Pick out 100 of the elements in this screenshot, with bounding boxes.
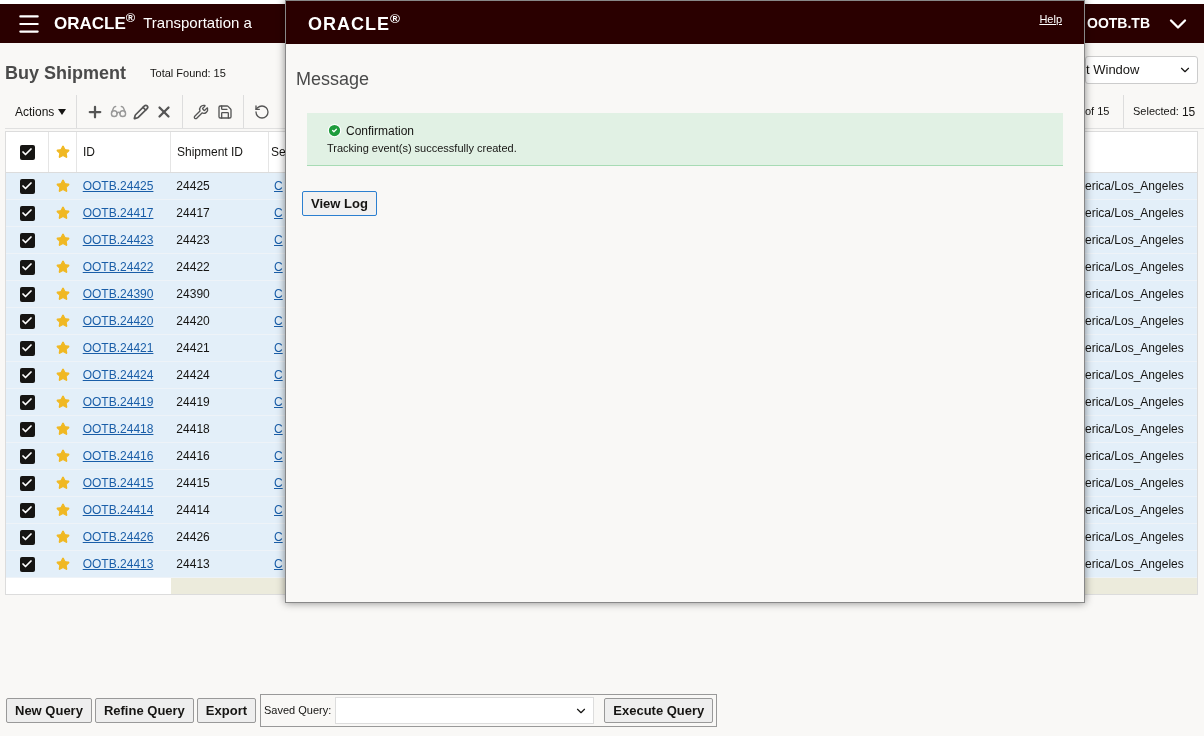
- checkbox[interactable]: [19, 529, 35, 545]
- table-row[interactable]: erica/Los_Angeles: [1085, 281, 1197, 308]
- table-row[interactable]: OOTB.24414 24414 C: [6, 497, 285, 524]
- star-icon[interactable]: [55, 422, 70, 436]
- actions-menu-button[interactable]: Actions: [5, 95, 78, 128]
- table-row[interactable]: OOTB.24423 24423 C: [6, 227, 285, 254]
- table-row[interactable]: erica/Los_Angeles: [1085, 497, 1197, 524]
- execute-query-button[interactable]: Execute Query: [604, 698, 714, 723]
- table-link[interactable]: C: [274, 231, 283, 249]
- table-link[interactable]: C: [274, 501, 283, 519]
- table-row[interactable]: OOTB.24425 24425 C: [6, 173, 285, 200]
- table-row[interactable]: OOTB.24418 24418 C: [6, 416, 285, 443]
- id-link[interactable]: OOTB.24413: [82, 555, 154, 573]
- table-row[interactable]: OOTB.24417 24417 C: [6, 200, 285, 227]
- id-link[interactable]: OOTB.24420: [82, 312, 154, 330]
- id-link[interactable]: OOTB.24416: [82, 447, 154, 465]
- id-link[interactable]: OOTB.24425: [82, 177, 154, 195]
- checkbox[interactable]: [19, 259, 35, 275]
- star-icon[interactable]: [55, 287, 70, 301]
- query-button[interactable]: New Query: [6, 698, 92, 723]
- table-link[interactable]: C: [274, 366, 283, 384]
- checkbox[interactable]: [19, 286, 35, 302]
- star-icon[interactable]: [55, 341, 70, 355]
- star-icon[interactable]: [55, 530, 70, 544]
- query-button[interactable]: Export: [196, 698, 256, 723]
- table-link[interactable]: C: [274, 420, 283, 438]
- star-icon[interactable]: [55, 314, 70, 328]
- table-row[interactable]: erica/Los_Angeles: [1085, 416, 1197, 443]
- id-link[interactable]: OOTB.24423: [82, 231, 154, 249]
- checkbox[interactable]: [19, 232, 35, 248]
- table-link[interactable]: C: [274, 285, 283, 303]
- table-row[interactable]: erica/Los_Angeles: [1085, 524, 1197, 551]
- checkbox[interactable]: [19, 367, 35, 383]
- view-log-button[interactable]: View Log: [302, 191, 377, 216]
- checkbox[interactable]: [19, 556, 35, 572]
- id-link[interactable]: OOTB.24414: [82, 501, 154, 519]
- star-icon[interactable]: [55, 503, 70, 517]
- table-row[interactable]: erica/Los_Angeles: [1085, 362, 1197, 389]
- table-row[interactable]: OOTB.24416 24416 C: [6, 443, 285, 470]
- star-icon[interactable]: [55, 449, 70, 463]
- query-button[interactable]: Refine Query: [94, 698, 194, 723]
- star-icon[interactable]: [55, 395, 70, 409]
- table-row[interactable]: OOTB.24415 24415 C: [6, 470, 285, 497]
- id-link[interactable]: OOTB.24419: [82, 393, 154, 411]
- star-icon[interactable]: [55, 557, 70, 571]
- table-link[interactable]: C: [274, 393, 283, 411]
- checkbox[interactable]: [19, 340, 35, 356]
- table-row[interactable]: erica/Los_Angeles: [1085, 173, 1197, 200]
- table-row[interactable]: OOTB.24424 24424 C: [6, 362, 285, 389]
- star-icon[interactable]: [55, 179, 70, 193]
- table-row[interactable]: OOTB.24420 24420 C: [6, 308, 285, 335]
- star-icon[interactable]: [55, 476, 70, 490]
- help-link[interactable]: Help: [1039, 11, 1062, 28]
- tools-icon[interactable]: [193, 103, 210, 120]
- table-link[interactable]: C: [274, 312, 283, 330]
- table-link[interactable]: C: [274, 204, 283, 222]
- star-icon[interactable]: [55, 145, 70, 159]
- table-row[interactable]: erica/Los_Angeles: [1085, 254, 1197, 281]
- id-link[interactable]: OOTB.24390: [82, 285, 154, 303]
- table-link[interactable]: C: [274, 258, 283, 276]
- star-icon[interactable]: [55, 233, 70, 247]
- checkbox[interactable]: [19, 502, 35, 518]
- id-link[interactable]: OOTB.24415: [82, 474, 154, 492]
- id-link[interactable]: OOTB.24421: [82, 339, 154, 357]
- checkbox[interactable]: [19, 421, 35, 437]
- id-link[interactable]: OOTB.24417: [82, 204, 154, 222]
- table-row[interactable]: erica/Los_Angeles: [1085, 389, 1197, 416]
- table-row[interactable]: OOTB.24413 24413 C: [6, 551, 285, 578]
- checkbox[interactable]: [19, 313, 35, 329]
- table-row[interactable]: erica/Los_Angeles: [1085, 227, 1197, 254]
- table-row[interactable]: OOTB.24426 24426 C: [6, 524, 285, 551]
- id-link[interactable]: OOTB.24424: [82, 366, 154, 384]
- id-link[interactable]: OOTB.24418: [82, 420, 154, 438]
- checkbox[interactable]: [19, 448, 35, 464]
- glasses-icon[interactable]: [110, 103, 128, 120]
- checkbox[interactable]: [19, 144, 35, 160]
- star-icon[interactable]: [55, 368, 70, 382]
- table-row[interactable]: erica/Los_Angeles: [1085, 470, 1197, 497]
- table-row[interactable]: erica/Los_Angeles: [1085, 443, 1197, 470]
- column-header[interactable]: Shipment ID: [177, 143, 244, 161]
- id-link[interactable]: OOTB.24426: [82, 528, 154, 546]
- checkbox[interactable]: [19, 394, 35, 410]
- table-link[interactable]: C: [274, 339, 283, 357]
- checkbox[interactable]: [19, 178, 35, 194]
- save-icon[interactable]: [217, 103, 234, 120]
- table-link[interactable]: C: [274, 528, 283, 546]
- table-row[interactable]: OOTB.24422 24422 C: [6, 254, 285, 281]
- table-row[interactable]: OOTB.24419 24419 C: [6, 389, 285, 416]
- refresh-icon[interactable]: [254, 103, 271, 120]
- table-link[interactable]: C: [274, 555, 283, 573]
- checkbox[interactable]: [19, 475, 35, 491]
- column-header[interactable]: Se: [271, 143, 286, 161]
- table-row[interactable]: OOTB.24421 24421 C: [6, 335, 285, 362]
- table-row[interactable]: erica/Los_Angeles: [1085, 551, 1197, 578]
- column-header[interactable]: ID: [83, 143, 95, 161]
- table-link[interactable]: C: [274, 177, 283, 195]
- table-link[interactable]: C: [274, 474, 283, 492]
- table-row[interactable]: erica/Los_Angeles: [1085, 200, 1197, 227]
- table-row[interactable]: erica/Los_Angeles: [1085, 335, 1197, 362]
- id-link[interactable]: OOTB.24422: [82, 258, 154, 276]
